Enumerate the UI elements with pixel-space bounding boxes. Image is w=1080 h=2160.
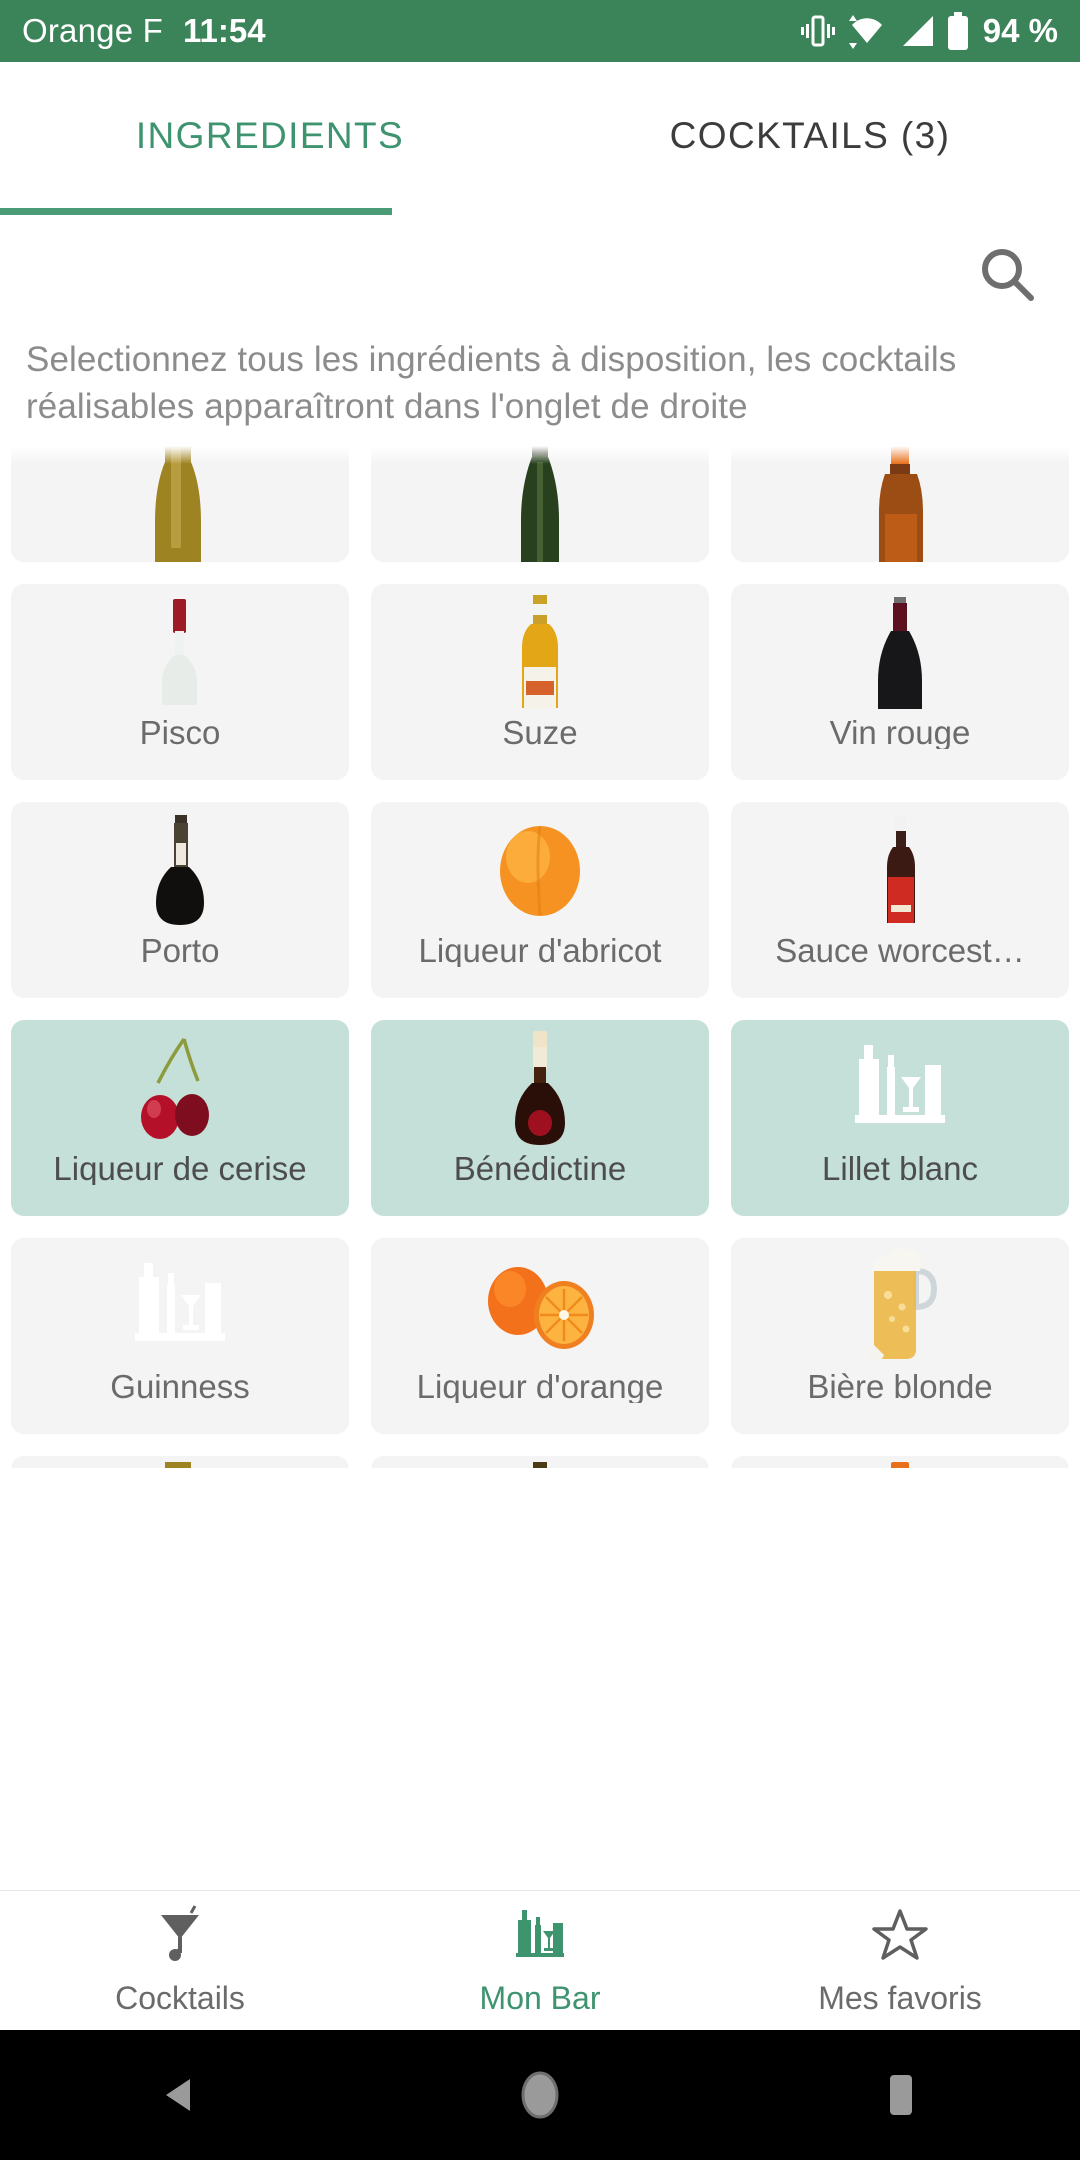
tab-ingredients[interactable]: INGREDIENTS xyxy=(0,62,540,215)
tab-active-indicator xyxy=(0,208,392,215)
signal-icon xyxy=(899,13,935,49)
recents-square-icon[interactable] xyxy=(840,2030,960,2160)
ingredient-grid: Pisco Suze Vin rouge Porto Liqueur d'abricot… xyxy=(0,446,1080,1469)
search-bar xyxy=(0,215,1080,337)
ingredient-card-label: Vin rouge xyxy=(829,716,971,750)
ingredient-grid-scroll[interactable]: Pisco Suze Vin rouge Porto Liqueur d'abricot… xyxy=(0,446,1080,1469)
ingredient-card[interactable] xyxy=(731,446,1069,563)
tab-bar: INGREDIENTS COCKTAILS (3) xyxy=(0,62,1080,215)
bar-placeholder-icon xyxy=(11,1238,349,1370)
ingredient-card[interactable] xyxy=(731,1456,1069,1469)
bottle-amber-partial xyxy=(731,1456,1069,1469)
status-bar-left: Orange F 11:54 xyxy=(22,12,266,50)
ingredient-card-label: Bénédictine xyxy=(453,1152,627,1186)
battery-icon xyxy=(946,12,970,50)
bottle-olive-partial xyxy=(11,1456,349,1469)
nav-label-mon-bar: Mon Bar xyxy=(479,1979,601,2016)
bottle-red-partial xyxy=(731,446,1069,563)
bottle-yellow-partial xyxy=(371,446,709,563)
ingredient-card[interactable]: Suze xyxy=(371,584,709,781)
oranges-fruit xyxy=(371,1238,709,1370)
ingredient-card-label: Suze xyxy=(502,716,578,750)
ingredient-card[interactable]: Bière blonde xyxy=(731,1238,1069,1435)
ingredient-card[interactable]: Liqueur de cerise xyxy=(11,1020,349,1217)
nav-label-cocktails: Cocktails xyxy=(115,1979,245,2016)
star-icon xyxy=(871,1905,929,1968)
worcestershire-bottle xyxy=(731,802,1069,934)
wifi-icon xyxy=(846,13,888,49)
pisco-bottle xyxy=(11,584,349,716)
ingredient-card-label: Liqueur d'orange xyxy=(416,1370,664,1404)
cocktail-glass-icon xyxy=(151,1904,209,1968)
ingredient-card[interactable]: Porto xyxy=(11,802,349,999)
bar-bottles-icon xyxy=(511,1905,569,1968)
battery-percent-label: 94 % xyxy=(982,12,1058,49)
beer-mug xyxy=(731,1238,1069,1370)
bottle-green-partial xyxy=(371,1456,709,1469)
nav-item-cocktails[interactable]: Cocktails xyxy=(0,1891,360,2030)
vibrate-icon xyxy=(800,13,835,49)
android-system-navigation xyxy=(0,2030,1080,2160)
porto-bottle xyxy=(11,802,349,934)
red-wine-bottle xyxy=(731,584,1069,716)
ingredient-card[interactable]: Liqueur d'abricot xyxy=(371,802,709,999)
instruction-text: Selectionnez tous les ingrédients à disp… xyxy=(26,340,957,426)
nav-item-mon-bar[interactable]: Mon Bar xyxy=(360,1891,720,2030)
nav-label-mes-favoris: Mes favoris xyxy=(818,1979,982,2016)
suze-bottle xyxy=(371,584,709,716)
ingredient-card-label: Lillet blanc xyxy=(822,1152,978,1186)
ingredient-card-label: Liqueur d'abricot xyxy=(418,934,662,968)
ingredient-card[interactable] xyxy=(371,1456,709,1469)
ingredient-card-label: Sauce worcest… xyxy=(775,934,1025,968)
clock-label: 11:54 xyxy=(183,12,266,49)
home-circle-icon[interactable] xyxy=(480,2030,600,2160)
ingredient-card[interactable] xyxy=(11,1456,349,1469)
nav-item-mes-favoris[interactable]: Mes favoris xyxy=(720,1891,1080,2030)
bottle-gold-partial xyxy=(11,446,349,563)
ingredient-card[interactable]: Sauce worcest… xyxy=(731,802,1069,999)
ingredient-card[interactable]: Pisco xyxy=(11,584,349,781)
bar-placeholder-icon xyxy=(731,1020,1069,1152)
ingredient-card-label: Liqueur de cerise xyxy=(53,1152,307,1186)
ingredient-card-label: Porto xyxy=(140,934,220,968)
ingredient-card[interactable]: Guinness xyxy=(11,1238,349,1435)
ingredient-card-label: Guinness xyxy=(110,1370,250,1404)
status-bar-right: 94 % xyxy=(800,12,1058,50)
ingredient-card-label: Bière blonde xyxy=(807,1370,993,1404)
ingredient-card[interactable]: Liqueur d'orange xyxy=(371,1238,709,1435)
ingredient-card[interactable]: Vin rouge xyxy=(731,584,1069,781)
carrier-label: Orange F xyxy=(22,12,163,49)
ingredient-card-label: Pisco xyxy=(139,716,221,750)
cherries-fruit xyxy=(11,1020,349,1152)
benedictine-bottle xyxy=(371,1020,709,1152)
ingredient-card[interactable] xyxy=(11,446,349,563)
search-icon[interactable] xyxy=(972,239,1044,311)
ingredient-card[interactable] xyxy=(371,446,709,563)
ingredient-card[interactable]: Bénédictine xyxy=(371,1020,709,1217)
tab-cocktails[interactable]: COCKTAILS (3) xyxy=(540,62,1080,215)
back-triangle-icon[interactable] xyxy=(120,2030,240,2160)
ingredient-card[interactable]: Lillet blanc xyxy=(731,1020,1069,1217)
status-bar: Orange F 11:54 94 % xyxy=(0,0,1080,62)
apricot-fruit xyxy=(371,802,709,934)
bottom-navigation: Cocktails Mon Bar Mes favoris xyxy=(0,1890,1080,2030)
